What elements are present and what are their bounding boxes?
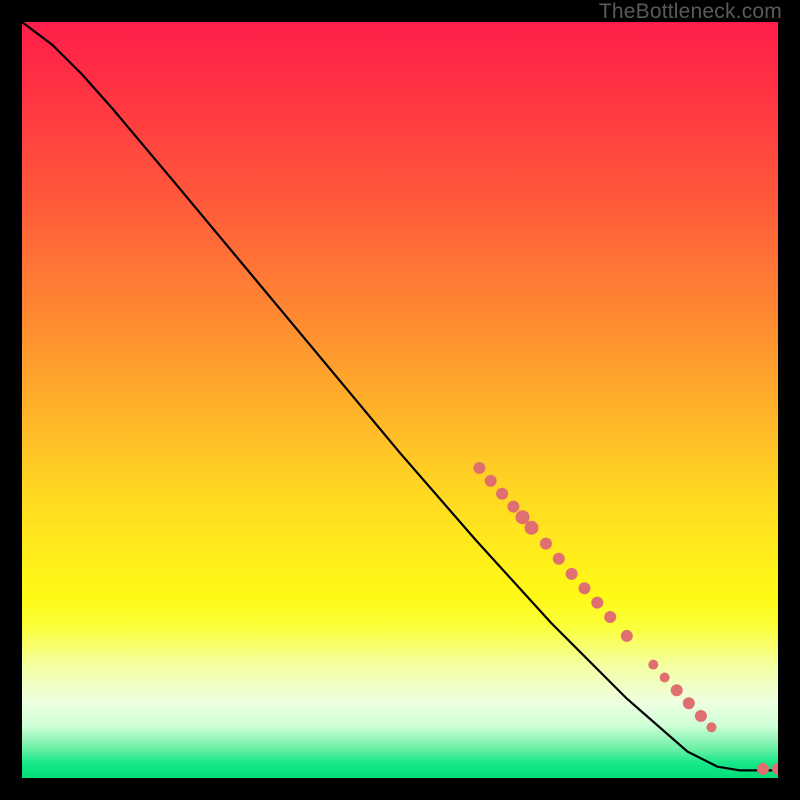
data-marker <box>695 710 707 722</box>
data-marker <box>540 538 552 550</box>
data-marker <box>757 763 769 775</box>
chart-overlay <box>22 22 778 778</box>
data-marker <box>516 510 530 524</box>
data-marker <box>579 582 591 594</box>
chart-frame <box>22 22 778 778</box>
data-marker <box>604 611 616 623</box>
data-marker <box>772 763 778 775</box>
data-marker <box>496 488 508 500</box>
data-marker <box>671 684 683 696</box>
data-marker <box>525 521 539 535</box>
bottleneck-curve-path <box>22 22 778 770</box>
data-marker <box>553 553 565 565</box>
data-marker <box>507 501 519 513</box>
data-marker <box>485 475 497 487</box>
watermark-text: TheBottleneck.com <box>599 0 782 24</box>
data-marker <box>707 722 717 732</box>
data-marker <box>566 568 578 580</box>
data-marker <box>591 597 603 609</box>
data-marker <box>660 673 670 683</box>
data-marker <box>621 630 633 642</box>
data-marker <box>648 660 658 670</box>
data-marker <box>683 697 695 709</box>
data-marker <box>473 462 485 474</box>
marker-group <box>473 462 778 775</box>
